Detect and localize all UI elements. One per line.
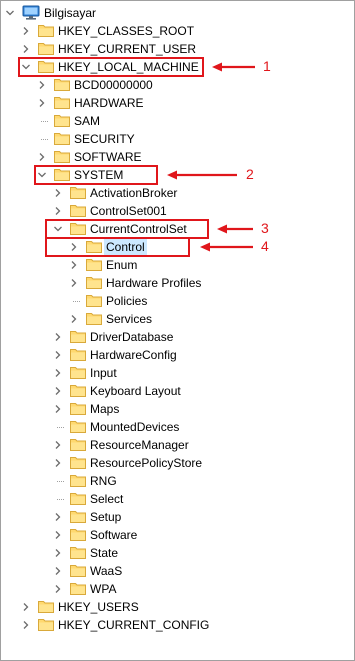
annotation-arrow-4 <box>200 242 253 252</box>
annotation-number-4: 4 <box>261 238 269 254</box>
